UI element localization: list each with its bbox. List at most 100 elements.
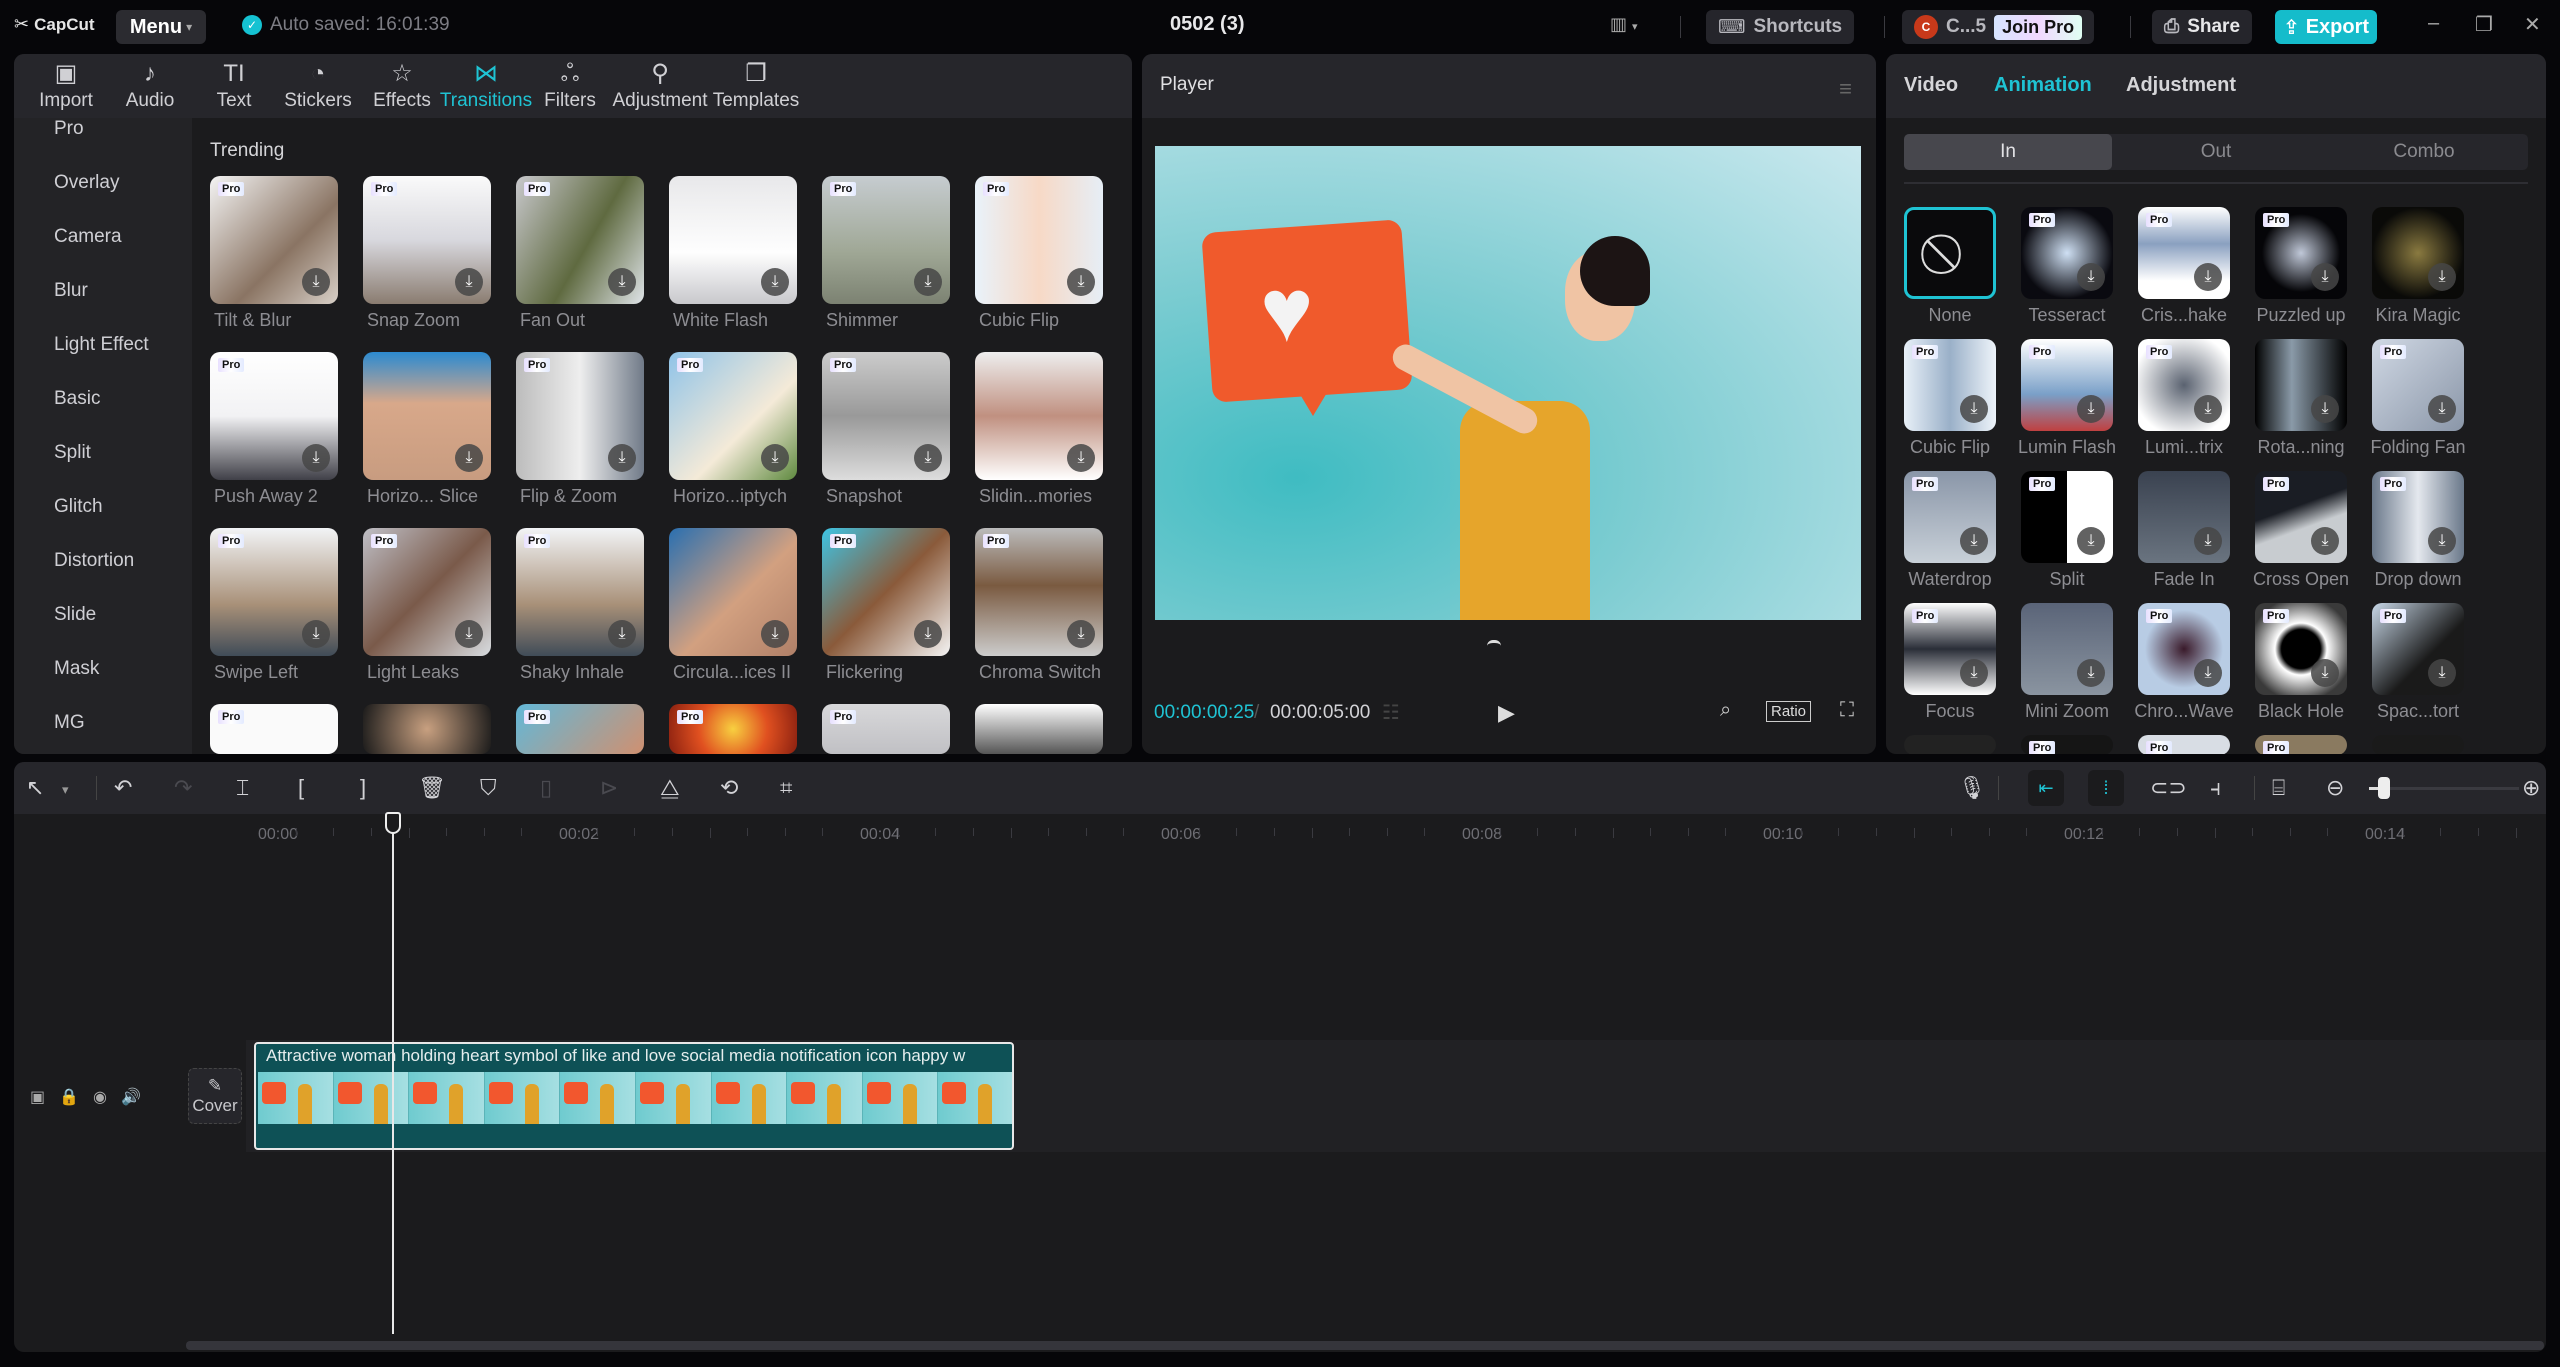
volume-icon[interactable]: 🔊 — [121, 1087, 141, 1107]
lock-icon[interactable]: 🔒 — [59, 1087, 79, 1107]
microphone-icon[interactable]: 🎙 — [1958, 775, 1986, 801]
category-mg[interactable]: MG — [54, 712, 85, 734]
download-icon[interactable]: ⤓ — [1067, 444, 1095, 472]
rotate-handle[interactable] — [1487, 640, 1501, 646]
split-right-icon[interactable]: ] — [360, 775, 366, 801]
zoom-to-fit-icon[interactable]: ⌸ — [2272, 775, 2285, 801]
animation-none-option[interactable]: ⃠ — [1904, 207, 1996, 299]
animation-thumbnail[interactable]: Pro ⤓ — [2255, 471, 2347, 563]
tab-animation[interactable]: Animation — [1994, 74, 2092, 97]
download-icon[interactable]: ⤓ — [2428, 527, 2456, 555]
transition-thumbnail[interactable]: Pro — [822, 704, 950, 754]
tab-audio[interactable]: ♪ Audio — [108, 54, 192, 118]
mirror-icon[interactable]: ⧋ — [660, 775, 680, 801]
marker-icon[interactable]: ⛉ — [480, 775, 497, 801]
join-pro-button[interactable]: Join Pro — [1994, 14, 2083, 40]
animation-thumbnail[interactable]: ⤓ — [2372, 207, 2464, 299]
download-icon[interactable]: ⤓ — [1067, 620, 1095, 648]
download-icon[interactable]: ⤓ — [2311, 659, 2339, 687]
category-basic[interactable]: Basic — [54, 388, 100, 410]
undo-icon[interactable]: ↶ — [114, 775, 132, 801]
transition-thumbnail[interactable]: Pro ⤓ — [975, 528, 1103, 656]
download-icon[interactable]: ⤓ — [1960, 395, 1988, 423]
zoom-slider-handle[interactable] — [2378, 777, 2390, 799]
download-icon[interactable]: ⤓ — [761, 620, 789, 648]
download-icon[interactable]: ⤓ — [761, 268, 789, 296]
animation-thumbnail[interactable] — [2372, 735, 2464, 754]
tab-adjustment[interactable]: Adjustment — [2126, 74, 2236, 97]
category-pro[interactable]: Pro — [54, 118, 84, 140]
tab-transitions[interactable]: ⋈ Transitions — [440, 54, 532, 118]
download-icon[interactable]: ⤓ — [2194, 395, 2222, 423]
category-camera[interactable]: Camera — [54, 226, 122, 248]
download-icon[interactable]: ⤓ — [455, 268, 483, 296]
transition-thumbnail[interactable]: ⤓ — [975, 352, 1103, 480]
category-distortion[interactable]: Distortion — [54, 550, 134, 572]
download-icon[interactable]: ⤓ — [2428, 659, 2456, 687]
download-icon[interactable]: ⤓ — [914, 268, 942, 296]
eye-icon[interactable]: ◉ — [93, 1087, 107, 1107]
transition-thumbnail[interactable]: ⤓ — [669, 528, 797, 656]
category-slide[interactable]: Slide — [54, 604, 96, 626]
download-icon[interactable]: ⤓ — [302, 268, 330, 296]
ratio-button[interactable]: Ratio — [1766, 701, 1812, 722]
track-video-icon[interactable]: ▣ — [30, 1087, 45, 1107]
transition-thumbnail[interactable]: Pro ⤓ — [210, 176, 338, 304]
download-icon[interactable]: ⤓ — [302, 444, 330, 472]
segment-out[interactable]: Out — [2112, 134, 2320, 170]
zoom-out-icon[interactable]: ⊖ — [2326, 775, 2344, 801]
download-icon[interactable]: ⤓ — [2077, 263, 2105, 291]
category-glitch[interactable]: Glitch — [54, 496, 103, 518]
playhead-handle[interactable] — [385, 812, 401, 834]
transition-thumbnail[interactable]: Pro ⤓ — [516, 528, 644, 656]
tab-adjustment[interactable]: ⚲ Adjustment — [612, 54, 708, 118]
share-button[interactable]: ⎙ Share — [2152, 10, 2253, 44]
animation-thumbnail[interactable]: Pro ⤓ — [2372, 471, 2464, 563]
shortcuts-button[interactable]: ⌨ Shortcuts — [1706, 10, 1855, 44]
tab-video[interactable]: Video — [1904, 74, 1958, 97]
download-icon[interactable]: ⤓ — [2428, 263, 2456, 291]
animation-thumbnail[interactable]: ⤓ — [2138, 471, 2230, 563]
preview-axis-icon[interactable]: ⫞ — [2210, 775, 2221, 801]
restore-button[interactable]: ❐ — [2475, 12, 2493, 37]
download-icon[interactable]: ⤓ — [2311, 395, 2339, 423]
animation-thumbnail[interactable]: ⤓ — [2255, 339, 2347, 431]
animation-thumbnail[interactable] — [1904, 735, 1996, 754]
download-icon[interactable]: ⤓ — [2194, 527, 2222, 555]
close-button[interactable]: ✕ — [2524, 12, 2541, 37]
tab-filters[interactable]: ஃ Filters — [528, 54, 612, 118]
horizontal-scrollbar[interactable] — [186, 1341, 2544, 1350]
animation-thumbnail[interactable]: Pro ⤓ — [2021, 339, 2113, 431]
account-button[interactable]: C C...5 Join Pro — [1902, 10, 2095, 44]
transition-thumbnail[interactable]: Pro ⤓ — [516, 352, 644, 480]
download-icon[interactable]: ⤓ — [2194, 659, 2222, 687]
download-icon[interactable]: ⤓ — [302, 620, 330, 648]
zoom-slider[interactable] — [2369, 787, 2519, 790]
transition-thumbnail[interactable]: Pro ⤓ — [363, 528, 491, 656]
download-icon[interactable]: ⤓ — [1067, 268, 1095, 296]
transition-thumbnail[interactable]: Pro ⤓ — [822, 352, 950, 480]
animation-thumbnail[interactable]: Pro ⤓ — [2021, 207, 2113, 299]
tab-templates[interactable]: ❐ Templates — [708, 54, 804, 118]
select-tool-icon[interactable]: ↖ — [26, 775, 44, 801]
layout-button[interactable]: ▥ ▾ — [1610, 14, 1638, 35]
video-clip[interactable]: Attractive woman holding heart symbol of… — [254, 1042, 1014, 1150]
animation-thumbnail[interactable]: Pro ⤓ — [2021, 471, 2113, 563]
download-icon[interactable]: ⤓ — [761, 444, 789, 472]
tab-effects[interactable]: ☆ Effects — [360, 54, 444, 118]
tab-import[interactable]: ▣ Import — [24, 54, 108, 118]
playhead[interactable] — [392, 814, 394, 1334]
main-track-magnet-button[interactable]: ⇤ — [2028, 770, 2064, 806]
transition-thumbnail[interactable]: ⤓ — [363, 352, 491, 480]
download-icon[interactable]: ⤓ — [2077, 527, 2105, 555]
transition-thumbnail[interactable]: Pro ⤓ — [822, 176, 950, 304]
animation-thumbnail[interactable]: Pro ⤓ — [2372, 603, 2464, 695]
download-icon[interactable]: ⤓ — [1960, 659, 1988, 687]
download-icon[interactable]: ⤓ — [2428, 395, 2456, 423]
transition-thumbnail[interactable]: Pro — [210, 704, 338, 754]
animation-thumbnail[interactable]: Pro ⤓ — [1904, 471, 1996, 563]
animation-thumbnail[interactable]: Pro ⤓ — [2138, 207, 2230, 299]
video-preview[interactable]: ♥ — [1155, 146, 1861, 620]
category-light-effect[interactable]: Light Effect — [54, 334, 149, 356]
tab-stickers[interactable]: ◔ Stickers — [276, 54, 360, 118]
